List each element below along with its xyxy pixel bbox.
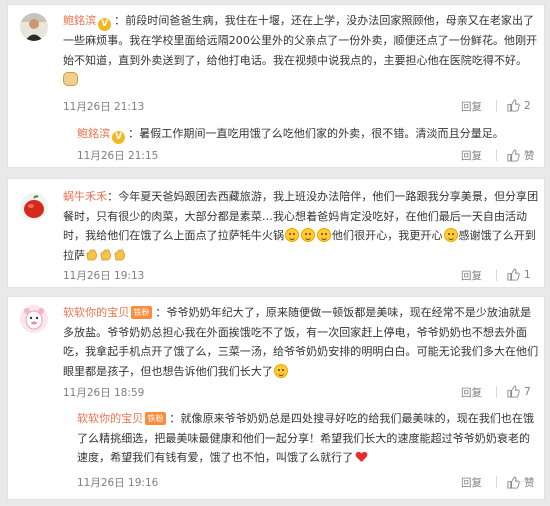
smile-emoji-icon (317, 228, 331, 242)
avatar[interactable] (20, 193, 48, 221)
reply-time: 11月26日 21:15 (77, 150, 159, 162)
reply-button[interactable]: 回复 (461, 268, 482, 283)
comment-time: 11月26日 19:13 (63, 270, 145, 282)
like-button[interactable]: 7 (507, 385, 531, 398)
thumbs-up-icon (507, 99, 520, 112)
reply-time: 11月26日 19:16 (77, 477, 159, 489)
verified-icon: V (98, 18, 112, 31)
comment-body-2: 他们很开心，我更开心 (332, 229, 443, 242)
fan-badge: 铁粉 (131, 306, 153, 319)
reply-button[interactable]: 回复 (461, 385, 482, 400)
comment-username[interactable]: 蜗牛禾禾 (63, 190, 107, 203)
verified-icon: V (112, 131, 126, 144)
thumbs-up-icon (507, 476, 520, 489)
reply-button[interactable]: 回复 (461, 148, 482, 163)
avatar[interactable] (20, 13, 48, 41)
happy-emoji-icon (443, 228, 458, 242)
fan-badge: 铁粉 (145, 412, 167, 425)
comment-time: 11月26日 18:59 (63, 387, 145, 399)
sub-reply-text: 鲍銘滨 V ：暑假工作期间一直吃用饿了么吃他们家的外卖，很不错。清淡而且分量足。 (77, 124, 537, 144)
smile-emoji-icon (301, 228, 315, 242)
avatar[interactable] (20, 305, 48, 333)
comment-time: 11月26日 21:13 (63, 101, 145, 113)
comment-body: ：前段时间爸爸生病，我住在十堰，还在上学，没办法回家照顾他，母亲又在老家出了一些… (63, 14, 538, 67)
thumbs-up-icon (507, 268, 520, 281)
like-count: 7 (524, 385, 531, 398)
like-button[interactable]: 1 (507, 268, 531, 281)
doge-emoji-icon (63, 72, 78, 86)
like-button[interactable]: 赞 (507, 475, 535, 490)
heart-icon (355, 451, 368, 462)
comment-text: 软软你的宝贝 铁粉 ：爷爷奶奶年纪大了，原来随便做一顿饭都是美味，现在经常不是少放油… (63, 303, 541, 381)
reply-username[interactable]: 软软你的宝贝 (77, 412, 143, 425)
comment-text: 鲍銘滨 V ：前段时间爸爸生病，我住在十堰，还在上学，没办法回家照顾他，母亲又在老家… (63, 11, 541, 90)
thumbs-up-icon (507, 385, 520, 398)
divider (496, 149, 497, 161)
clap-hand-icon (114, 248, 126, 260)
clap-hand-icon (86, 248, 98, 260)
comment-card: 软软你的宝贝 铁粉 ：爷爷奶奶年纪大了，原来随便做一顿饭都是美味，现在经常不是少放油… (7, 296, 545, 500)
divider (496, 100, 497, 112)
thumbs-up-icon (507, 149, 520, 162)
comment-username[interactable]: 鲍銘滨 (63, 14, 96, 27)
reply-body: ：暑假工作期间一直吃用饿了么吃他们家的外卖，很不错。清淡而且分量足。 (128, 127, 504, 140)
like-button[interactable]: 2 (507, 99, 531, 112)
like-count: 2 (524, 99, 531, 112)
comment-text: 蜗牛禾禾：今年夏天爸妈跟团去西藏旅游，我上班没办法陪伴，他们一路跟我分享美景，但… (63, 187, 541, 265)
comment-card: 蜗牛禾禾：今年夏天爸妈跟团去西藏旅游，我上班没办法陪伴，他们一路跟我分享美景，但… (7, 178, 545, 288)
tearful-emoji-icon (273, 363, 288, 378)
like-count: 1 (524, 268, 531, 281)
sub-reply-text: 软软你的宝贝 铁粉 ：就像原来爷爷奶奶总是四处搜寻好吃的给我们最美味的，现在我们也在… (77, 409, 537, 468)
smile-emoji-icon (285, 228, 299, 242)
reply-button[interactable]: 回复 (461, 99, 482, 114)
like-label: 赞 (524, 150, 535, 162)
comment-card: 鲍銘滨 V ：前段时间爸爸生病，我住在十堰，还在上学，没办法回家照顾他，母亲又在老家… (7, 4, 545, 168)
reply-username[interactable]: 鲍銘滨 (77, 127, 110, 140)
divider (496, 269, 497, 281)
divider (496, 476, 497, 488)
like-button[interactable]: 赞 (507, 148, 535, 163)
comment-username[interactable]: 软软你的宝贝 (63, 306, 129, 319)
reply-button[interactable]: 回复 (461, 475, 482, 490)
divider (496, 386, 497, 398)
clap-hand-icon (100, 248, 112, 260)
like-label: 赞 (524, 477, 535, 489)
